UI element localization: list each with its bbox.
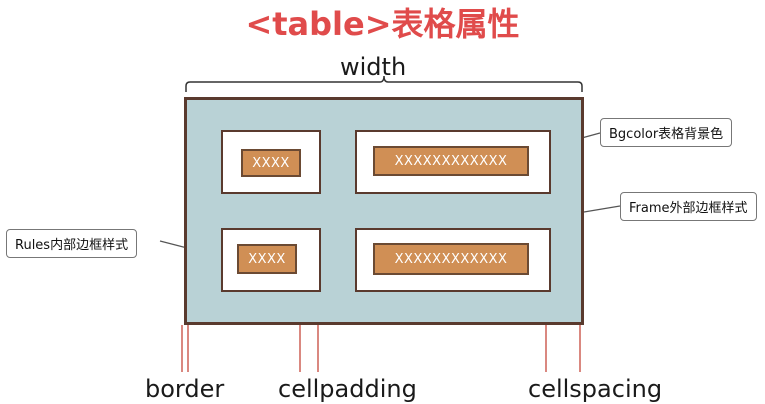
cellpadding-label: cellpadding xyxy=(278,375,417,403)
frame-callout: Frame外部边框样式 xyxy=(620,192,757,221)
cell-content-top-right: XXXXXXXXXXXX xyxy=(373,146,529,176)
table-frame: XXXX XXXXXXXXXXXX XXXX XXXXXXXXXXXX xyxy=(184,97,584,325)
cell-top-right: XXXXXXXXXXXX xyxy=(355,130,551,194)
border-label: border xyxy=(145,375,225,403)
rules-callout: Rules内部边框样式 xyxy=(6,229,138,258)
frame-connector xyxy=(583,205,621,213)
cellspacing-label: cellspacing xyxy=(528,375,663,403)
cell-bottom-left: XXXX xyxy=(221,228,321,292)
cell-content-top-left: XXXX xyxy=(241,149,301,177)
width-label: width xyxy=(340,53,407,81)
cell-top-left: XXXX xyxy=(221,130,321,194)
cell-content-bottom-left: XXXX xyxy=(237,244,297,274)
cell-content-bottom-right: XXXXXXXXXXXX xyxy=(373,243,529,275)
cell-bottom-right: XXXXXXXXXXXX xyxy=(355,228,551,292)
bgcolor-callout: Bgcolor表格背景色 xyxy=(600,118,733,147)
